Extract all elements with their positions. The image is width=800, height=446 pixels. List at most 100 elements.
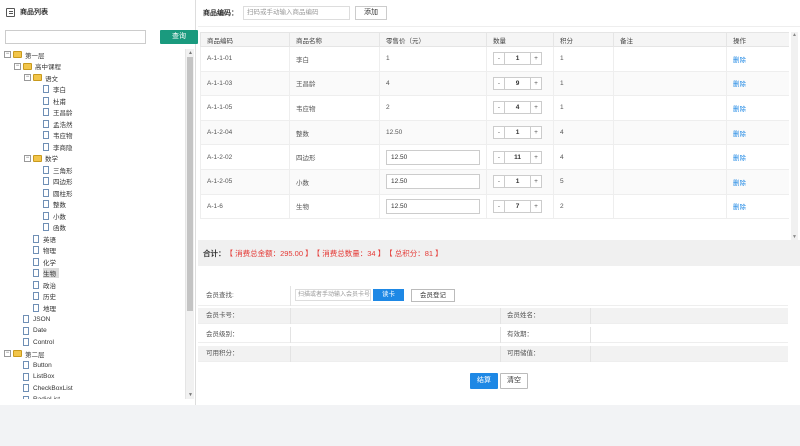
increment-button[interactable]: + [530, 52, 542, 66]
product-code: A-1-1-01 [207, 55, 233, 63]
totals-bar: 合计： 【 消费总金额：295.00 】 【 消费总数量：34 】 【 总积分：… [198, 240, 800, 266]
tree-node[interactable]: 函数 [34, 222, 66, 233]
increment-button[interactable]: + [530, 150, 542, 164]
settle-button[interactable]: 结算 [470, 373, 498, 389]
tree-node[interactable]: ListBox [14, 371, 54, 382]
decrement-button[interactable]: - [493, 76, 505, 90]
tree-node[interactable]: 王昌龄 [34, 107, 73, 118]
retail-price: 12.50 [386, 129, 403, 137]
tree-node[interactable]: 圆柱形 [34, 187, 73, 198]
increment-button[interactable]: + [530, 126, 542, 140]
quantity-input[interactable]: 4 [505, 101, 530, 115]
collapse-toggle-icon[interactable]: − [4, 350, 11, 357]
increment-button[interactable]: + [530, 76, 542, 90]
add-button[interactable]: 添加 [355, 6, 387, 20]
clear-button[interactable]: 清空 [500, 373, 528, 389]
tree-node[interactable]: RadioList [14, 394, 60, 399]
tree-node[interactable]: 韦应物 [34, 130, 73, 141]
tree-node[interactable]: Date [14, 325, 47, 336]
tree-node[interactable]: 李商隐 [34, 141, 73, 152]
tree-node[interactable]: 李白 [34, 84, 66, 95]
decrement-button[interactable]: - [493, 175, 505, 189]
table-scrollbar[interactable]: ▲ ▼ [791, 32, 798, 240]
list-edit-icon [6, 7, 15, 17]
quantity-input[interactable]: 11 [505, 150, 530, 164]
collapse-toggle-icon[interactable]: − [24, 74, 31, 81]
column-header: 数量 [486, 32, 554, 47]
delete-link[interactable]: 删除 [733, 57, 746, 64]
tree-node[interactable]: 孟浩然 [34, 118, 73, 129]
file-icon [43, 188, 49, 197]
tree-node[interactable]: 三角形 [34, 164, 73, 175]
tree-node-label: 历史 [43, 294, 56, 301]
delete-link[interactable]: 删除 [733, 131, 746, 138]
tree-node[interactable]: − 第一层 [4, 49, 45, 60]
decrement-button[interactable]: - [493, 199, 505, 213]
table-body: A-1-1-01 李白 1-1 +1 删除 A-1-1-03 王昌龄 4-9 +1 删除 A-1-1… [200, 46, 789, 220]
tree-node[interactable]: 化学 [24, 256, 56, 267]
quantity-input[interactable]: 1 [505, 126, 530, 140]
product-code-input[interactable]: 扫码或手动输入商品编码 [243, 6, 350, 20]
card-no-label: 会员卡号： [206, 312, 239, 319]
tree-node-label: 小数 [53, 213, 66, 221]
table-row: A-1-2-02 四边形 12.50-11 +4 删除 [200, 144, 789, 170]
tree-node[interactable]: − 第二层 [4, 348, 45, 359]
quantity-input[interactable]: 1 [505, 175, 530, 189]
price-input[interactable]: 12.50 [386, 149, 480, 165]
tree-node-label: RadioList [33, 396, 60, 399]
scroll-up-icon[interactable]: ▲ [792, 32, 797, 38]
quantity-input[interactable]: 7 [505, 199, 530, 213]
collapse-toggle-icon[interactable]: − [24, 154, 31, 162]
delete-link[interactable]: 删除 [733, 180, 746, 187]
tree-node[interactable]: 四边形 [34, 176, 73, 187]
tree-node[interactable]: CheckBoxList [14, 383, 73, 394]
decrement-button[interactable]: - [493, 101, 505, 115]
member-register-button[interactable]: 会员登记 [411, 289, 455, 302]
tree-node-label: 三角形 [53, 167, 73, 175]
quantity-input[interactable]: 9 [505, 76, 530, 90]
decrement-button[interactable]: - [493, 52, 505, 66]
tree-node[interactable]: 小数 [34, 210, 66, 221]
decrement-button[interactable]: - [493, 126, 505, 140]
product-list-panel: 商品列表 查询 − 第一层 − 高中课程 − 语文 李白 杜甫 王昌龄 孟浩然 韦应物 李商隐 − 数学三… [0, 0, 198, 405]
tree-node[interactable]: 杜甫 [34, 95, 66, 106]
tree-node[interactable]: Control [14, 337, 54, 348]
scroll-down-icon[interactable]: ▼ [188, 392, 193, 398]
search-button[interactable]: 查询 [160, 30, 198, 44]
tree-scrollbar[interactable]: ▲ ▼ [185, 49, 194, 399]
tree-node[interactable]: Button [14, 360, 52, 371]
tree-node-label: 整数 [53, 202, 66, 209]
tree-node-label: CheckBoxList [33, 384, 73, 392]
price-input[interactable]: 12.50 [386, 174, 480, 190]
member-card-input[interactable]: 扫描或者手动输入会员卡号 [295, 289, 371, 301]
tree-node[interactable]: 政治 [24, 279, 56, 290]
scrollbar-thumb[interactable] [187, 57, 193, 311]
increment-button[interactable]: + [530, 101, 542, 115]
code-toolbar: 商品编码： 扫码或手动输入商品编码 添加 [198, 0, 800, 27]
delete-link[interactable]: 删除 [733, 155, 746, 162]
decrement-button[interactable]: - [493, 150, 505, 164]
tree-node[interactable]: 地理 [24, 302, 56, 313]
collapse-toggle-icon[interactable]: − [4, 51, 11, 58]
tree-node[interactable]: JSON [14, 314, 50, 325]
tree-node[interactable]: 物理 [24, 245, 56, 256]
read-card-button[interactable]: 读卡 [373, 289, 404, 301]
scroll-up-icon[interactable]: ▲ [188, 50, 193, 56]
quantity-input[interactable]: 1 [505, 52, 530, 66]
tree-node[interactable]: − 数学 [24, 153, 58, 164]
delete-link[interactable]: 删除 [733, 204, 746, 211]
price-input[interactable]: 12.50 [386, 198, 480, 214]
tree-node[interactable]: 历史 [24, 291, 56, 302]
collapse-toggle-icon[interactable]: − [14, 62, 21, 70]
tree-node[interactable]: 英语 [24, 233, 56, 244]
tree-node[interactable]: − 高中课程 [14, 61, 61, 72]
tree-search-input[interactable] [5, 30, 146, 44]
increment-button[interactable]: + [530, 175, 542, 189]
tree-node[interactable]: − 语文 [24, 72, 58, 83]
delete-link[interactable]: 删除 [733, 106, 746, 113]
increment-button[interactable]: + [530, 199, 542, 213]
delete-link[interactable]: 删除 [733, 81, 746, 88]
tree-node[interactable]: 整数 [34, 199, 66, 210]
tree-node[interactable]: 生物 [24, 268, 59, 279]
folder-icon [33, 74, 42, 81]
